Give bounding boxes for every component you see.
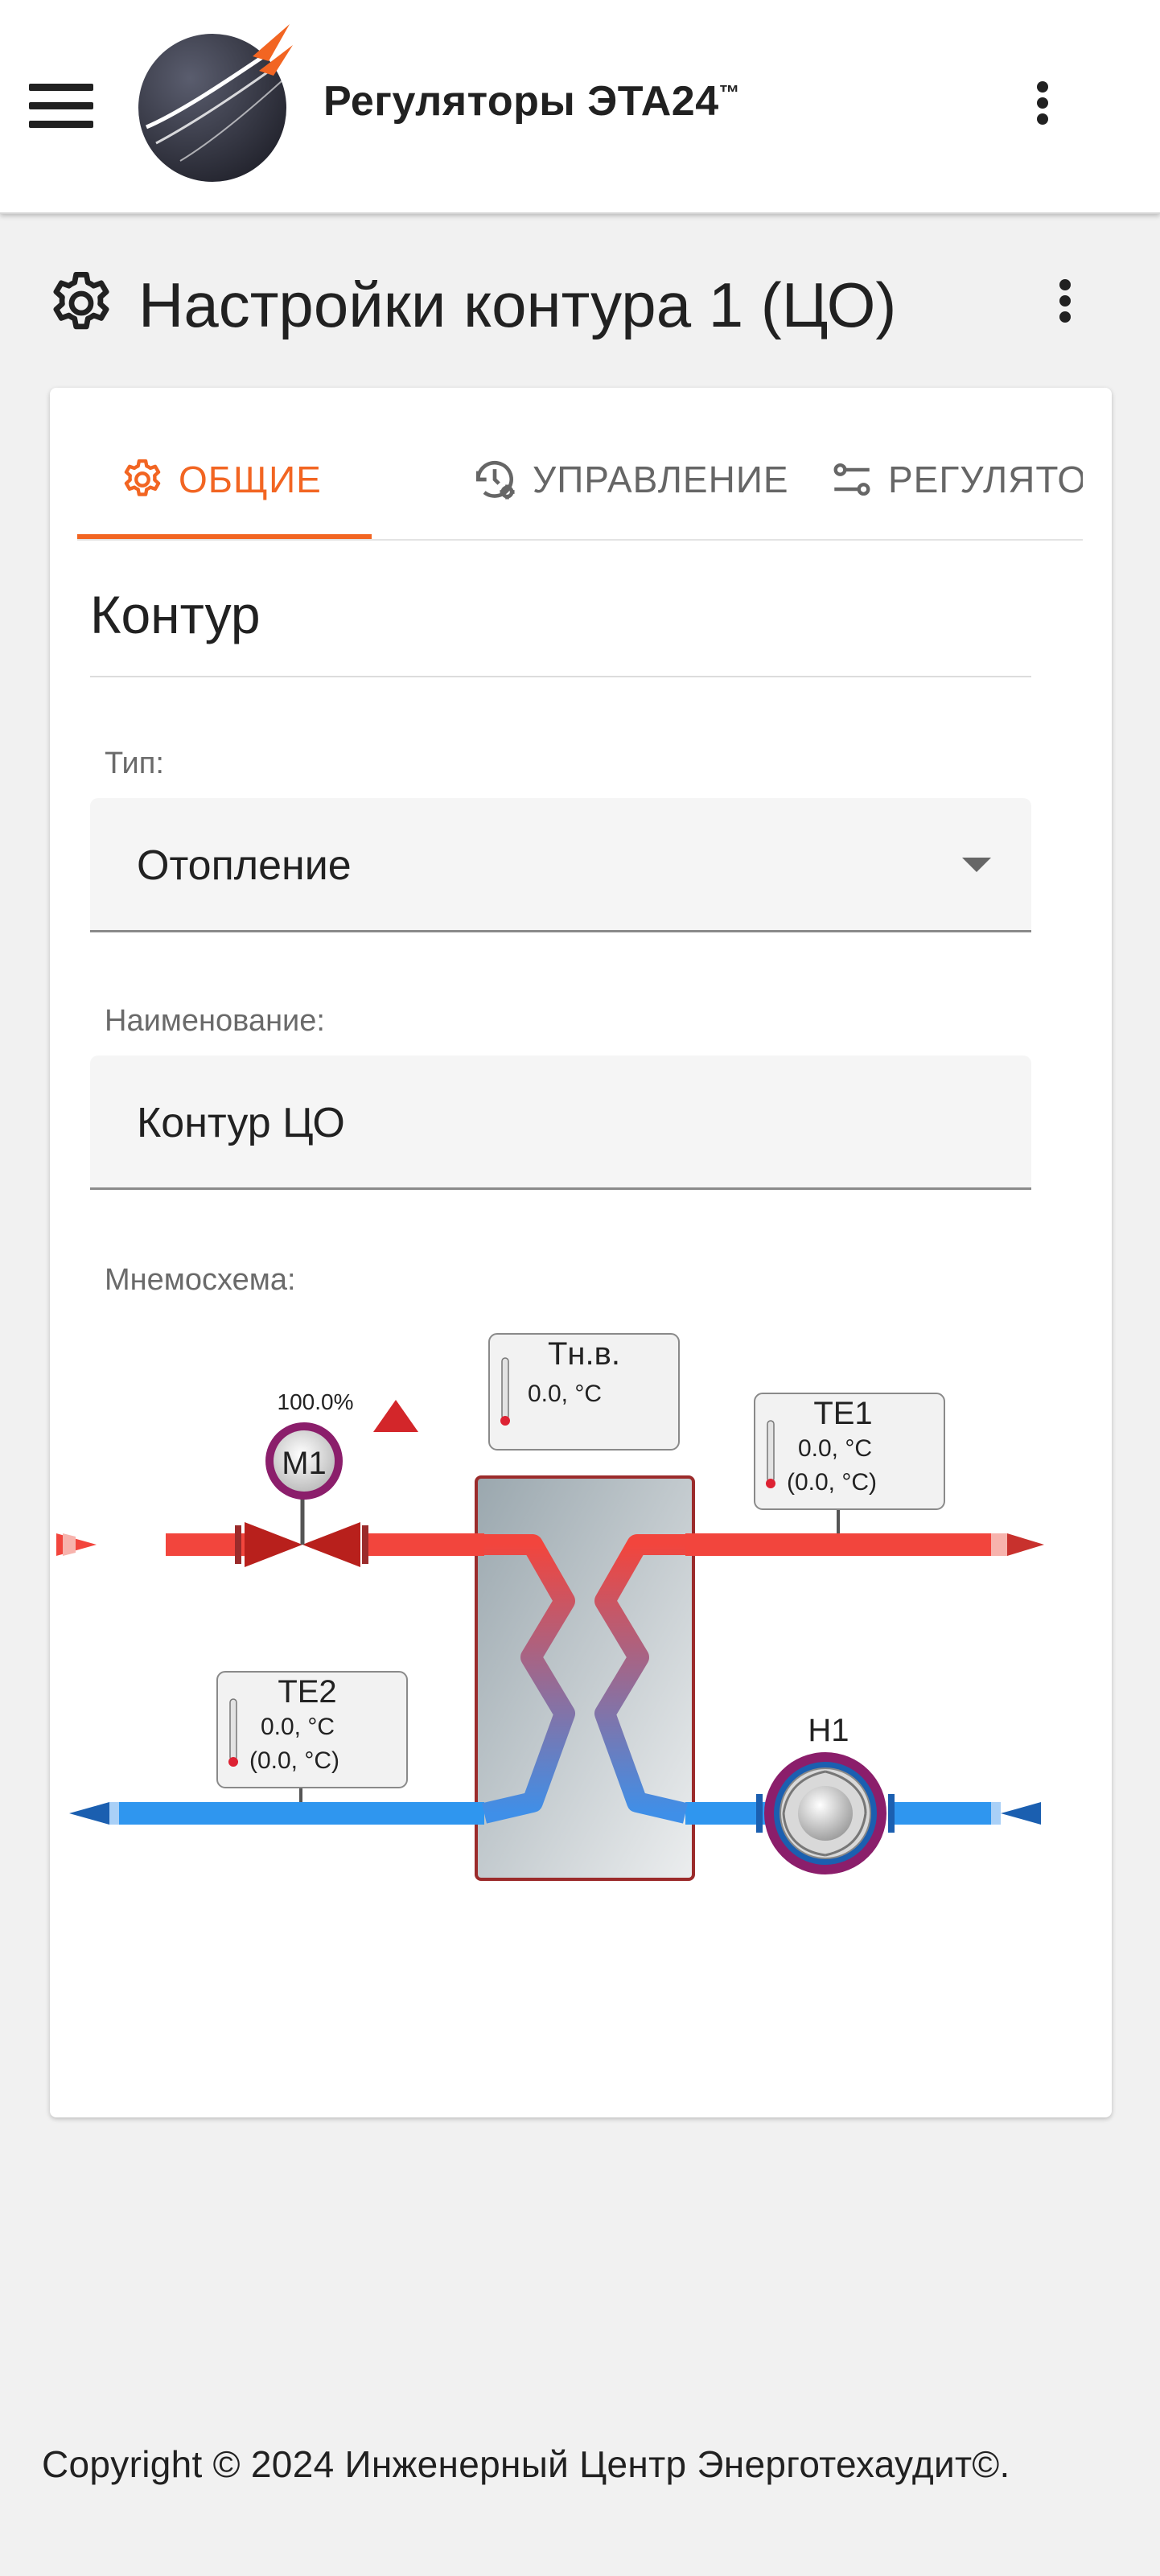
app-more-icon[interactable]: [1026, 77, 1059, 134]
valve-m1-label: M1: [282, 1446, 327, 1481]
tab-bar: ОБЩИЕ УПРАВЛЕНИЕ РЕГУЛЯТО: [77, 420, 1083, 541]
page-more-icon[interactable]: [1049, 275, 1081, 331]
gear-icon: [124, 459, 161, 496]
tab-control[interactable]: УПРАВЛЕНИЕ: [470, 420, 789, 539]
section-divider: [90, 676, 1031, 677]
page-title: Настройки контура 1 (ЦО): [138, 270, 897, 340]
settings-gear-icon: [53, 272, 109, 330]
sliders-icon: [833, 463, 870, 496]
type-select-value: Отопление: [137, 842, 352, 889]
sensor-te1-value: 0.0, °C: [798, 1435, 872, 1462]
tab-control-label: УПРАВЛЕНИЕ: [533, 459, 789, 500]
hot-outlet-pipe-right: [685, 1533, 1044, 1556]
tab-regulator[interactable]: РЕГУЛЯТО: [829, 420, 1083, 539]
company-logo: [138, 24, 293, 182]
sensor-te2-setpoint: (0.0, °C): [249, 1747, 339, 1774]
sensor-te2-value: 0.0, °C: [261, 1714, 335, 1740]
history-settings-icon: [476, 460, 515, 500]
pump-h1-label: H1: [808, 1713, 849, 1748]
sensor-te1-setpoint: (0.0, °C): [787, 1469, 877, 1496]
name-label: Наименование:: [105, 1004, 325, 1038]
footer-copyright: Copyright © 2024 Инженерный Центр Энерго…: [42, 2443, 1010, 2485]
valve-m1[interactable]: [235, 1422, 368, 1567]
name-input-value: Контур ЦО: [137, 1100, 345, 1146]
active-tab-indicator: [77, 534, 372, 539]
type-select[interactable]: Отопление: [90, 798, 1031, 932]
scheme-label: Мнемосхема:: [105, 1263, 296, 1297]
dropdown-arrow-icon: [962, 858, 991, 872]
valve-open-arrow-icon: [373, 1400, 418, 1432]
tab-regulator-label: РЕГУЛЯТО: [888, 459, 1083, 500]
tab-general[interactable]: ОБЩИЕ: [119, 420, 322, 539]
menu-icon[interactable]: [29, 84, 93, 129]
section-title: Контур: [90, 585, 261, 644]
tab-general-label: ОБЩИЕ: [179, 459, 322, 500]
app-bar: Регуляторы ЭТА24™: [0, 0, 1160, 214]
app-title: Регуляторы ЭТА24™: [323, 78, 741, 125]
mnemonic-diagram: M1 100.0% Тн.в. 0.0, °C TE1 0.0, °C (0.0…: [56, 1333, 1044, 1881]
pump-h1[interactable]: [756, 1752, 895, 1874]
valve-m1-percent: 100.0%: [278, 1389, 354, 1414]
sensor-te2-label: TE2: [278, 1674, 336, 1710]
page-header: Настройки контура 1 (ЦО): [45, 257, 1123, 346]
cold-return-pipe-left: [69, 1802, 484, 1825]
type-label: Тип:: [105, 747, 164, 780]
name-input[interactable]: Контур ЦО: [90, 1056, 1031, 1190]
sensor-te1-label: TE1: [813, 1396, 872, 1431]
outdoor-sensor-label: Тн.в.: [548, 1336, 620, 1372]
outdoor-sensor-value: 0.0, °C: [528, 1381, 602, 1407]
